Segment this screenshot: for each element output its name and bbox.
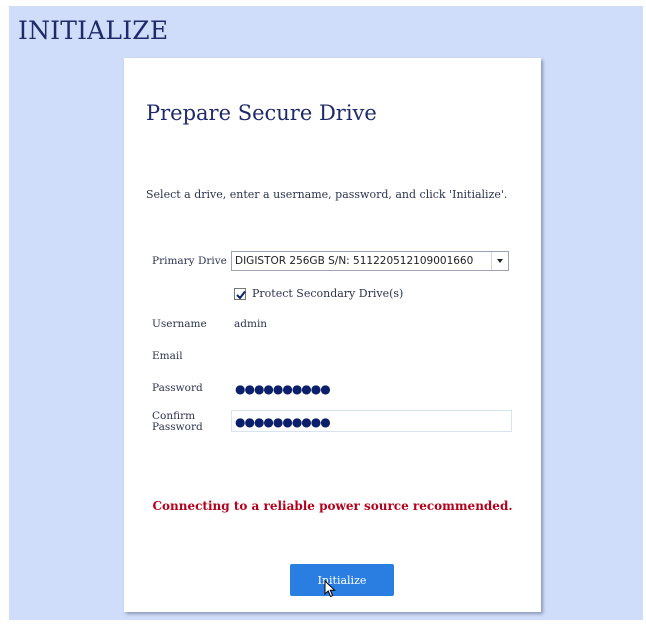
instructions-text: Select a drive, enter a username, passwo… <box>146 188 508 201</box>
password-field[interactable]: ●●●●●●●●●● <box>235 382 331 396</box>
email-label: Email <box>152 350 183 362</box>
power-warning: Connecting to a reliable power source re… <box>152 499 513 513</box>
primary-drive-select[interactable]: DIGISTOR 256GB S/N: 511220512109001660 <box>231 251 509 271</box>
confirm-password-label: Confirm Password <box>152 411 203 433</box>
app-background: INITIALIZE Prepare Secure Drive Select a… <box>9 6 643 620</box>
username-label: Username <box>152 318 207 330</box>
page-title: INITIALIZE <box>18 16 169 45</box>
protect-secondary-checkbox[interactable] <box>234 287 246 300</box>
username-value[interactable]: admin <box>234 318 267 330</box>
initialize-button[interactable]: Initialize <box>290 564 394 596</box>
primary-drive-value: DIGISTOR 256GB S/N: 511220512109001660 <box>235 255 474 267</box>
chevron-down-icon[interactable] <box>491 252 508 270</box>
dialog-title: Prepare Secure Drive <box>146 101 377 125</box>
confirm-password-value: ●●●●●●●●●● <box>235 415 331 429</box>
primary-drive-label: Primary Drive <box>152 255 227 267</box>
mouse-pointer-icon <box>324 580 336 598</box>
protect-secondary-label: Protect Secondary Drive(s) <box>252 287 404 300</box>
confirm-password-label-line2: Password <box>152 421 203 433</box>
checkmark-icon <box>236 290 246 300</box>
password-label: Password <box>152 382 203 394</box>
prepare-drive-dialog: Prepare Secure Drive Select a drive, ent… <box>124 58 541 612</box>
protect-secondary-option[interactable]: Protect Secondary Drive(s) <box>234 287 403 300</box>
email-field[interactable] <box>234 351 504 365</box>
